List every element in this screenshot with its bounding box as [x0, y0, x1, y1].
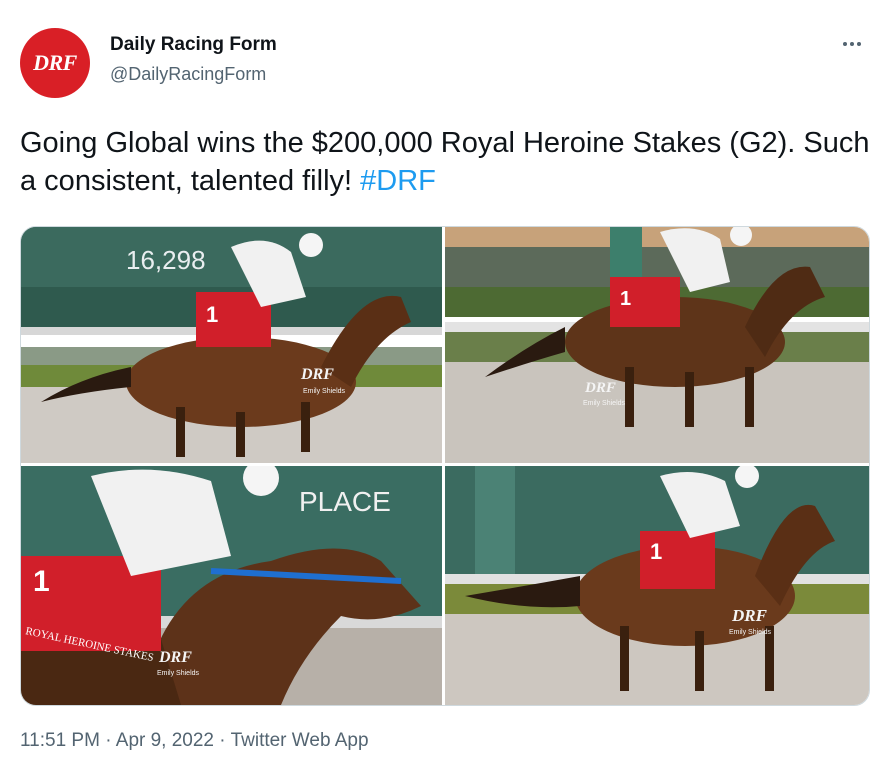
photo-3-credit: Emily Shields: [157, 670, 200, 677]
photo-3-board: PLACE: [299, 486, 391, 517]
avatar-logo-text: DRF: [33, 50, 77, 75]
separator-dot: ·: [214, 730, 231, 751]
tweet-body: Going Global wins the $200,000 Royal Her…: [20, 127, 870, 197]
photo-3-saddle-number: 1: [33, 565, 50, 598]
tweet-metadata: 11:51 PM · Apr 9, 2022 · Twitter Web App: [20, 730, 369, 752]
display-name[interactable]: Daily Racing Form: [110, 34, 277, 56]
photo-4-image: 1 DRF Emily Shields: [445, 466, 869, 705]
photo-2-watermark: DRF: [584, 380, 616, 396]
photo-3-watermark: DRF: [158, 649, 192, 666]
user-handle[interactable]: @DailyRacingForm: [110, 64, 266, 85]
tweet-date[interactable]: Apr 9, 2022: [116, 730, 214, 751]
tweet-source[interactable]: Twitter Web App: [231, 730, 369, 751]
photo-1-image: 16,298 1 DRF Emily Shields: [21, 227, 442, 463]
hashtag-link[interactable]: #DRF: [360, 165, 436, 197]
photo-1-watermark: DRF: [300, 366, 334, 383]
photo-2-image: 1 DRF Emily Shields: [445, 227, 869, 463]
more-options-icon[interactable]: [838, 34, 866, 54]
photo-2-credit: Emily Shields: [583, 400, 626, 407]
photo-4-credit: Emily Shields: [729, 629, 772, 636]
photo-4-saddle-number: 1: [650, 539, 662, 564]
tweet-time[interactable]: 11:51 PM: [20, 730, 100, 751]
photo-1-credit: Emily Shields: [303, 388, 346, 395]
photo-1[interactable]: 16,298 1 DRF Emily Shields: [21, 227, 442, 463]
separator-dot: ·: [99, 730, 116, 751]
photo-grid: 16,298 1 DRF Emily Shields 1 DRF Emily S…: [20, 226, 870, 706]
photo-2-saddle-number: 1: [620, 288, 631, 310]
tweet-text: Going Global wins the $200,000 Royal Her…: [20, 124, 870, 200]
avatar[interactable]: DRF: [20, 28, 90, 98]
photo-4-watermark: DRF: [731, 606, 768, 625]
photo-1-saddle-number: 1: [206, 302, 218, 327]
photo-3-image: PLACE 1 ROYAL HEROINE STAKES DRF Emily S…: [21, 466, 442, 705]
photo-1-board: 16,298: [126, 245, 206, 275]
photo-3[interactable]: PLACE 1 ROYAL HEROINE STAKES DRF Emily S…: [21, 466, 442, 705]
photo-2[interactable]: 1 DRF Emily Shields: [445, 227, 869, 463]
photo-4[interactable]: 1 DRF Emily Shields: [445, 466, 869, 705]
